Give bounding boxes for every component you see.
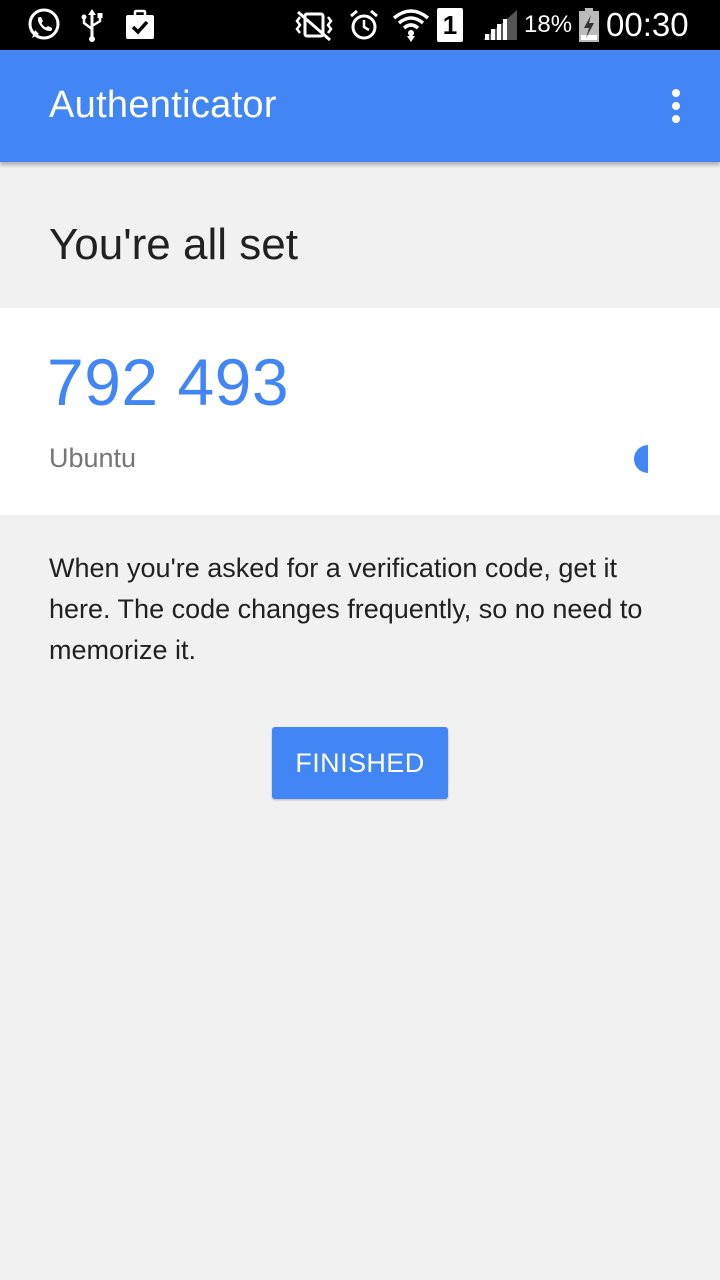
sim-icon: 1 xyxy=(436,0,464,50)
task-check-icon xyxy=(122,0,158,50)
more-vert-icon[interactable] xyxy=(656,86,696,126)
signal-icon xyxy=(480,0,520,50)
menu-dot xyxy=(672,115,680,123)
app-title: Authenticator xyxy=(49,84,277,126)
description-text: When you're asked for a verification cod… xyxy=(49,553,643,665)
usb-icon xyxy=(76,0,108,50)
app-bar: Authenticator xyxy=(0,50,720,162)
sim-slot-number: 1 xyxy=(442,9,458,40)
page-title: You're all set xyxy=(49,220,298,269)
wifi-icon xyxy=(390,0,432,50)
menu-dot xyxy=(672,89,680,97)
vibrate-icon xyxy=(290,0,338,50)
menu-dot xyxy=(672,102,680,110)
verification-code[interactable]: 792 493 xyxy=(47,344,289,420)
account-name: Ubuntu xyxy=(49,443,137,473)
battery-charging-icon xyxy=(576,0,602,50)
alarm-icon xyxy=(346,0,382,50)
clock: 00:30 xyxy=(606,6,689,43)
finished-button[interactable]: FINISHED xyxy=(272,727,448,799)
countdown-timer-icon xyxy=(630,444,654,474)
code-card: 792 493 Ubuntu xyxy=(0,308,720,515)
whatsapp-icon xyxy=(24,0,64,50)
status-bar: 1 18% 00:30 xyxy=(0,0,720,50)
battery-percent: 18% xyxy=(524,11,573,38)
